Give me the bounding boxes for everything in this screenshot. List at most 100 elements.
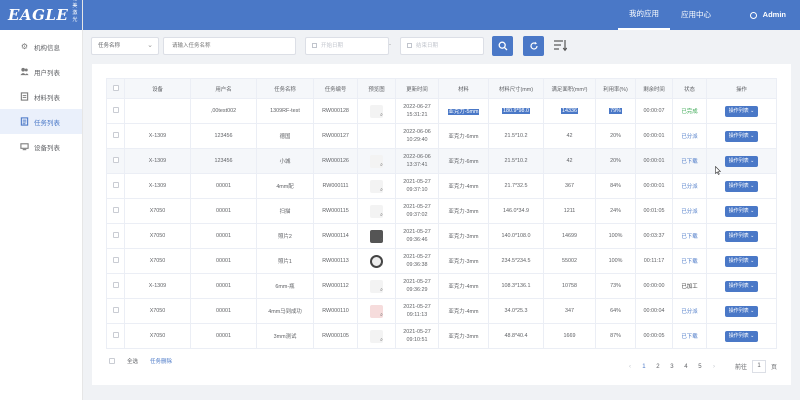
row-checkbox[interactable] bbox=[112, 307, 119, 313]
table-row[interactable]: X7050 00001 扫描 RW000115 ⌕ 2021-05-27 09:37:02 亚… bbox=[106, 198, 777, 224]
page-3[interactable]: 3 bbox=[665, 364, 679, 370]
table-row[interactable]: X7050 00001 3mm测试 RW000105 ⌕ 2021-05-27 09:10:… bbox=[106, 323, 777, 349]
select-all-label[interactable]: 全选 bbox=[127, 357, 138, 365]
size-cell: 146.0*34.9 bbox=[488, 198, 544, 224]
preview-cell[interactable]: ⌕ bbox=[357, 173, 396, 199]
task-name-cell: 4mm配 bbox=[256, 173, 314, 199]
operation-menu-button[interactable]: 操作列表 ⌄ bbox=[724, 305, 759, 317]
sidebar-item-materials[interactable]: 材料列表 bbox=[0, 84, 82, 109]
zoom-icon[interactable]: ⌕ bbox=[380, 262, 383, 268]
table-row[interactable]: ,00test002 1309RF-test RW000128 ⌕ 2022-06-27… bbox=[106, 98, 777, 124]
row-checkbox[interactable] bbox=[112, 107, 119, 113]
row-checkbox-cell[interactable] bbox=[106, 98, 125, 124]
user-cell: 123456 bbox=[190, 123, 257, 149]
preview-cell[interactable]: ⌕ bbox=[357, 298, 396, 324]
preview-cell[interactable]: ⌕ bbox=[357, 248, 396, 274]
update-clock: 13:37:41 bbox=[406, 162, 428, 168]
table-row[interactable]: X-1309 00001 6mm-瓶 RW000112 ⌕ 2021-05-27 09:36… bbox=[106, 273, 777, 299]
goto-page-input[interactable]: 1 bbox=[751, 360, 766, 373]
end-date-field[interactable]: 结束日期 bbox=[400, 37, 484, 55]
preview-cell[interactable] bbox=[357, 123, 396, 149]
user-cell: 123456 bbox=[190, 148, 257, 174]
prev-page-button[interactable]: ‹ bbox=[623, 364, 637, 370]
zoom-icon[interactable]: ⌕ bbox=[380, 187, 383, 193]
column-header: 利用率(%) bbox=[595, 78, 636, 99]
row-checkbox-cell[interactable] bbox=[106, 323, 125, 349]
table-row[interactable]: X-1309 00001 4mm配 RW000111 ⌕ 2021-05-27 09:37:… bbox=[106, 173, 777, 199]
task-panel: 设备 用户名 任务名称 任务编号 预览图 更新时间 材料 材料尺寸(mm) 满足… bbox=[92, 64, 791, 385]
header-checkbox-cell[interactable] bbox=[106, 78, 125, 99]
sidebar-item-org-info[interactable]: ⚙ 机构信息 bbox=[0, 34, 82, 59]
search-input[interactable] bbox=[163, 37, 296, 55]
page-1[interactable]: 1 bbox=[637, 364, 651, 370]
operation-menu-button[interactable]: 操作列表 ⌄ bbox=[724, 155, 759, 167]
nav-app-center[interactable]: 应用中心 bbox=[670, 0, 722, 30]
operation-menu-button[interactable]: 操作列表 ⌄ bbox=[724, 205, 759, 217]
row-checkbox[interactable] bbox=[112, 282, 119, 288]
search-button[interactable] bbox=[492, 36, 513, 56]
operation-menu-button[interactable]: 操作列表 ⌄ bbox=[724, 280, 759, 292]
field-select[interactable]: 任务名称 ⌄ bbox=[91, 37, 159, 55]
zoom-icon[interactable]: ⌕ bbox=[380, 312, 383, 318]
page-4[interactable]: 4 bbox=[679, 364, 693, 370]
preview-thumbnail[interactable] bbox=[370, 130, 383, 143]
operation-menu-button[interactable]: 操作列表 ⌄ bbox=[724, 330, 759, 342]
nav-my-apps[interactable]: 我的应用 bbox=[618, 0, 670, 30]
page-2[interactable]: 2 bbox=[651, 364, 665, 370]
sort-icon[interactable] bbox=[553, 38, 567, 52]
preview-cell[interactable]: ⌕ bbox=[357, 273, 396, 299]
row-checkbox[interactable] bbox=[112, 132, 119, 138]
preview-cell[interactable]: ⌕ bbox=[357, 98, 396, 124]
zoom-icon[interactable]: ⌕ bbox=[380, 237, 383, 243]
table-row[interactable]: X7050 00001 照片1 RW000113 ⌕ 2021-05-27 09:36:38… bbox=[106, 248, 777, 274]
zoom-icon[interactable]: ⌕ bbox=[380, 212, 383, 218]
select-all-checkbox[interactable] bbox=[112, 84, 119, 91]
operation-menu-button[interactable]: 操作列表 ⌄ bbox=[724, 180, 759, 192]
page-5[interactable]: 5 bbox=[693, 364, 707, 370]
area-cell: 14336 bbox=[543, 98, 596, 124]
footer-select-all-checkbox[interactable] bbox=[109, 358, 115, 364]
preview-cell[interactable]: ⌕ bbox=[357, 198, 396, 224]
row-checkbox-cell[interactable] bbox=[106, 148, 125, 174]
zoom-icon[interactable]: ⌕ bbox=[380, 287, 383, 293]
action-cell: 操作列表 ⌄ bbox=[706, 323, 777, 349]
delete-tasks-button[interactable]: 任务删除 bbox=[150, 357, 172, 365]
task-no-cell: RW000127 bbox=[313, 123, 358, 149]
operation-menu-button[interactable]: 操作列表 ⌄ bbox=[724, 105, 759, 117]
row-checkbox[interactable] bbox=[112, 232, 119, 238]
operation-menu-button[interactable]: 操作列表 ⌄ bbox=[724, 255, 759, 267]
area-text: 1669 bbox=[563, 333, 576, 339]
row-checkbox-cell[interactable] bbox=[106, 273, 125, 299]
user-menu[interactable]: Admin bbox=[749, 0, 786, 30]
zoom-icon[interactable]: ⌕ bbox=[380, 162, 383, 168]
row-checkbox[interactable] bbox=[112, 157, 119, 163]
refresh-button[interactable] bbox=[523, 36, 544, 56]
row-checkbox[interactable] bbox=[112, 182, 119, 188]
row-checkbox-cell[interactable] bbox=[106, 173, 125, 199]
row-checkbox[interactable] bbox=[112, 332, 119, 338]
preview-cell[interactable]: ⌕ bbox=[357, 323, 396, 349]
row-checkbox-cell[interactable] bbox=[106, 248, 125, 274]
zoom-icon[interactable]: ⌕ bbox=[380, 112, 383, 118]
operation-menu-button[interactable]: 操作列表 ⌄ bbox=[724, 130, 759, 142]
operation-menu-label: 操作列表 bbox=[728, 207, 749, 214]
row-checkbox[interactable] bbox=[112, 207, 119, 213]
start-date-field[interactable]: 开始日期 bbox=[305, 37, 389, 55]
table-row[interactable]: X7050 00001 4mm马到成功 RW000110 ⌕ 2021-05-27 09:1… bbox=[106, 298, 777, 324]
preview-cell[interactable]: ⌕ bbox=[357, 148, 396, 174]
sidebar-item-tasks[interactable]: 任务列表 bbox=[0, 109, 82, 134]
next-page-button[interactable]: › bbox=[707, 364, 721, 370]
operation-menu-button[interactable]: 操作列表 ⌄ bbox=[724, 230, 759, 242]
row-checkbox-cell[interactable] bbox=[106, 298, 125, 324]
row-checkbox-cell[interactable] bbox=[106, 123, 125, 149]
table-row[interactable]: X-1309 123456 德国 RW000127 2022-06-06 10:29:40… bbox=[106, 123, 777, 149]
zoom-icon[interactable]: ⌕ bbox=[380, 337, 383, 343]
preview-cell[interactable]: ⌕ bbox=[357, 223, 396, 249]
row-checkbox-cell[interactable] bbox=[106, 198, 125, 224]
table-row[interactable]: X-1309 123456 小城 RW000126 ⌕ 2022-06-06 13:37:4… bbox=[106, 148, 777, 174]
table-row[interactable]: X7050 00001 照片2 RW000114 ⌕ 2021-05-27 09:36:46… bbox=[106, 223, 777, 249]
row-checkbox-cell[interactable] bbox=[106, 223, 125, 249]
row-checkbox[interactable] bbox=[112, 257, 119, 263]
sidebar-item-users[interactable]: 用户列表 bbox=[0, 59, 82, 84]
sidebar-item-devices[interactable]: 设备列表 bbox=[0, 134, 82, 159]
